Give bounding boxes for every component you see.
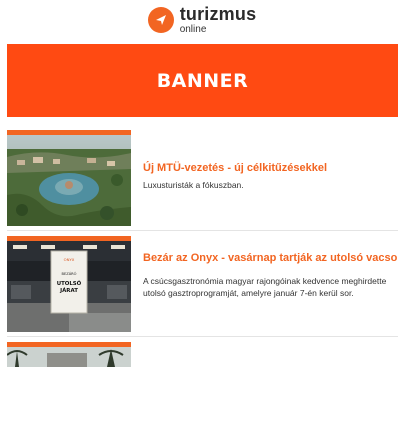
article-description: A csúcsgasztronómia magyar rajongóinak k… (143, 276, 387, 298)
site-header: turizmus online (0, 0, 398, 40)
ad-banner[interactable]: BANNER (7, 44, 398, 117)
banner-label: BANNER (156, 69, 249, 92)
article-card[interactable]: Új MTÜ-vezetés - új célkitűzésekkel Luxu… (7, 130, 398, 226)
article-thumbnail[interactable] (7, 342, 131, 367)
logo-name: turizmus (179, 4, 257, 24)
article-title[interactable]: Bezár az Onyx - vasárnap tartják az utol… (143, 251, 398, 265)
billboard-line-1: BEZÁRÓ (62, 271, 77, 276)
article-card[interactable] (7, 342, 398, 367)
article-thumbnail[interactable] (7, 130, 131, 226)
article-card[interactable]: ONYX BEZÁRÓ UTOLSÓ JÁRAT Bezár az Onyx -… (7, 236, 398, 332)
divider (7, 230, 398, 231)
article-thumbnail[interactable]: ONYX BEZÁRÓ UTOLSÓ JÁRAT (7, 236, 131, 332)
billboard-brand: ONYX (64, 257, 75, 262)
divider (7, 336, 398, 337)
billboard-line-3: JÁRAT (59, 287, 78, 294)
billboard-line-2: UTOLSÓ (57, 280, 82, 287)
site-logo[interactable]: turizmus online (147, 4, 257, 35)
article-title[interactable]: Új MTÜ-vezetés - új célkitűzésekkel (143, 161, 327, 175)
logo-subtitle: online (179, 24, 207, 35)
article-description: Luxusturisták a fókuszban. (143, 180, 244, 190)
location-pin-icon (147, 7, 174, 33)
